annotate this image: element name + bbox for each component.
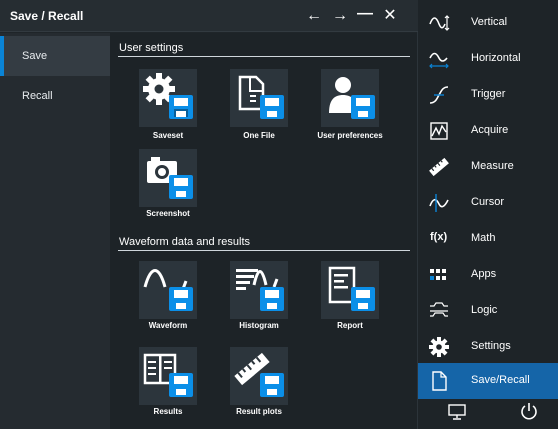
forward-arrow-icon[interactable]: → bbox=[330, 6, 350, 26]
math-icon: f(x) bbox=[430, 231, 448, 243]
tile-saveset[interactable]: Saveset bbox=[139, 69, 197, 140]
menu-item-apps[interactable]: Apps bbox=[418, 257, 558, 293]
apps-icon bbox=[430, 269, 446, 280]
menu-label: Apps bbox=[471, 268, 497, 280]
tile-label: Result plots bbox=[236, 407, 282, 416]
logic-icon bbox=[430, 302, 448, 317]
menu-label: Cursor bbox=[471, 196, 505, 208]
camera-save-icon bbox=[147, 157, 193, 199]
sidebar-item-recall[interactable]: Recall bbox=[0, 76, 110, 116]
cursor-icon bbox=[429, 194, 449, 212]
gear-save-icon bbox=[143, 73, 193, 119]
menu-item-horizontal[interactable]: Horizontal bbox=[418, 41, 558, 77]
dialog-titlebar: Save / Recall ← → — ✕ bbox=[0, 0, 418, 32]
tile-screenshot[interactable]: Screenshot bbox=[139, 149, 197, 218]
results-save-icon bbox=[143, 353, 193, 397]
power-icon[interactable] bbox=[518, 400, 540, 422]
close-icon[interactable]: ✕ bbox=[380, 6, 400, 26]
menu-item-logic[interactable]: Logic bbox=[418, 293, 558, 329]
vertical-icon bbox=[429, 15, 450, 31]
tile-label: User preferences bbox=[317, 131, 383, 140]
menu-item-trigger[interactable]: Trigger bbox=[418, 77, 558, 113]
sidebar-item-label: Save bbox=[22, 50, 48, 62]
menu-item-settings[interactable]: Settings bbox=[418, 329, 558, 365]
main-menu: Vertical Horizontal Trigger Acquire Meas… bbox=[418, 0, 558, 429]
horizontal-icon bbox=[429, 52, 449, 69]
report-save-icon bbox=[328, 266, 375, 311]
sidebar-item-save[interactable]: Save bbox=[0, 36, 110, 76]
menu-label: Math bbox=[471, 232, 496, 244]
section-title-waveform: Waveform data and results bbox=[119, 236, 251, 248]
display-icon[interactable] bbox=[446, 400, 468, 422]
menu-label: Settings bbox=[471, 340, 511, 352]
save-recall-dialog: Save / Recall ← → — ✕ Save Recall User s… bbox=[0, 0, 418, 429]
waveform-save-icon bbox=[143, 269, 193, 311]
menu-item-math[interactable]: f(x) Math bbox=[418, 221, 558, 257]
menu-label: Acquire bbox=[471, 124, 509, 136]
menu-label: Horizontal bbox=[471, 52, 521, 64]
tile-waveform[interactable]: Waveform bbox=[139, 261, 197, 330]
tile-label: Report bbox=[337, 321, 363, 330]
acquire-icon bbox=[430, 122, 448, 140]
menu-label: Vertical bbox=[471, 16, 508, 28]
menu-label: Trigger bbox=[471, 88, 506, 100]
file-save-icon bbox=[238, 75, 284, 119]
menu-label: Measure bbox=[471, 160, 514, 172]
tile-report[interactable]: Report bbox=[321, 261, 379, 330]
histogram-save-icon bbox=[236, 269, 284, 311]
tile-results[interactable]: Results bbox=[139, 347, 197, 416]
tile-label: Screenshot bbox=[146, 209, 190, 218]
section-title-user-settings: User settings bbox=[119, 42, 184, 54]
menu-label: Logic bbox=[471, 304, 498, 316]
tile-user-preferences[interactable]: User preferences bbox=[317, 69, 383, 140]
section-divider bbox=[118, 56, 410, 57]
menu-item-measure[interactable]: Measure bbox=[418, 149, 558, 185]
dialog-content: User settings Saveset One File User pref… bbox=[110, 33, 417, 429]
section-divider bbox=[118, 250, 410, 251]
sidebar-item-label: Recall bbox=[22, 90, 53, 102]
menu-item-cursor[interactable]: Cursor bbox=[418, 185, 558, 221]
menu-item-save-recall[interactable]: Save/Recall bbox=[418, 363, 558, 399]
dialog-sidebar: Save Recall bbox=[0, 33, 110, 429]
trigger-icon bbox=[429, 86, 449, 104]
menu-label: Save/Recall bbox=[471, 374, 530, 386]
measure-icon bbox=[429, 157, 449, 177]
user-save-icon bbox=[329, 77, 375, 119]
tile-result-plots[interactable]: Result plots bbox=[230, 347, 288, 416]
menu-item-acquire[interactable]: Acquire bbox=[418, 113, 558, 149]
dialog-title: Save / Recall bbox=[10, 9, 84, 23]
back-arrow-icon[interactable]: ← bbox=[304, 6, 324, 26]
result-plots-save-icon bbox=[234, 352, 284, 397]
settings-icon bbox=[429, 337, 449, 357]
menu-item-vertical[interactable]: Vertical bbox=[418, 5, 558, 41]
minimize-icon[interactable]: — bbox=[355, 4, 375, 24]
tile-one-file[interactable]: One File bbox=[230, 69, 288, 140]
save-recall-icon bbox=[432, 371, 447, 391]
tile-histogram[interactable]: Histogram bbox=[230, 261, 288, 330]
